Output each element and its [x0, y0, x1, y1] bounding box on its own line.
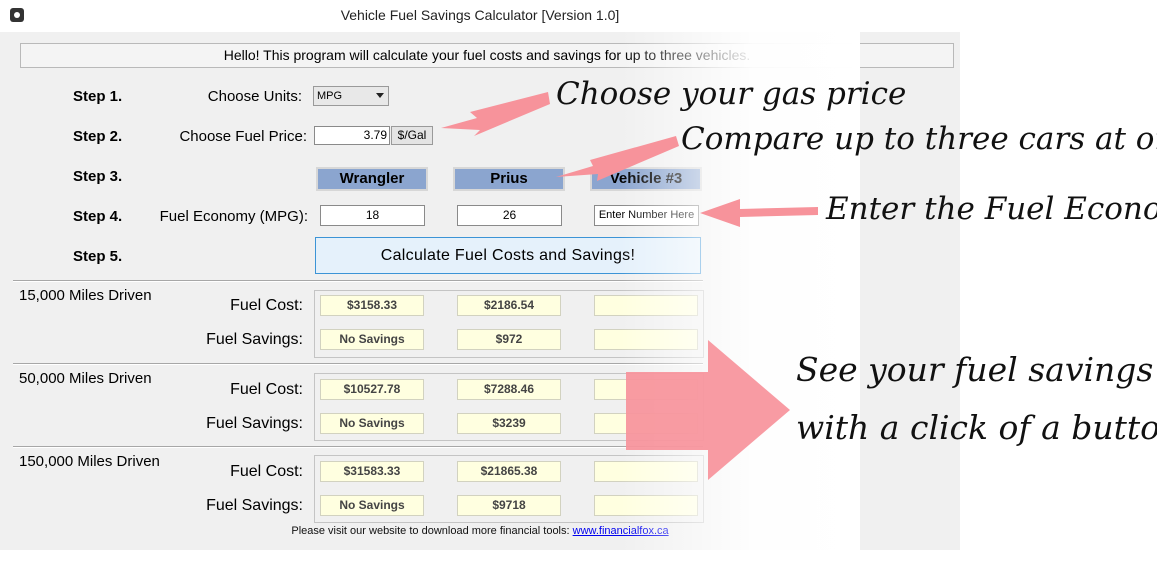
savings-annotation-line-1: See your fuel savings: [796, 350, 1154, 389]
savings-arrow: [626, 340, 790, 480]
economy-arrow: [700, 199, 818, 227]
economy-annotation: Enter the Fuel Economy: [826, 191, 1157, 227]
gas-price-arrow: [441, 92, 550, 136]
compare-annotation: Compare up to three cars at once: [681, 121, 1157, 157]
gas-price-annotation: Choose your gas price: [556, 76, 907, 112]
compare-arrow: [556, 136, 679, 181]
savings-annotation-line-2: with a click of a button.: [796, 408, 1157, 447]
